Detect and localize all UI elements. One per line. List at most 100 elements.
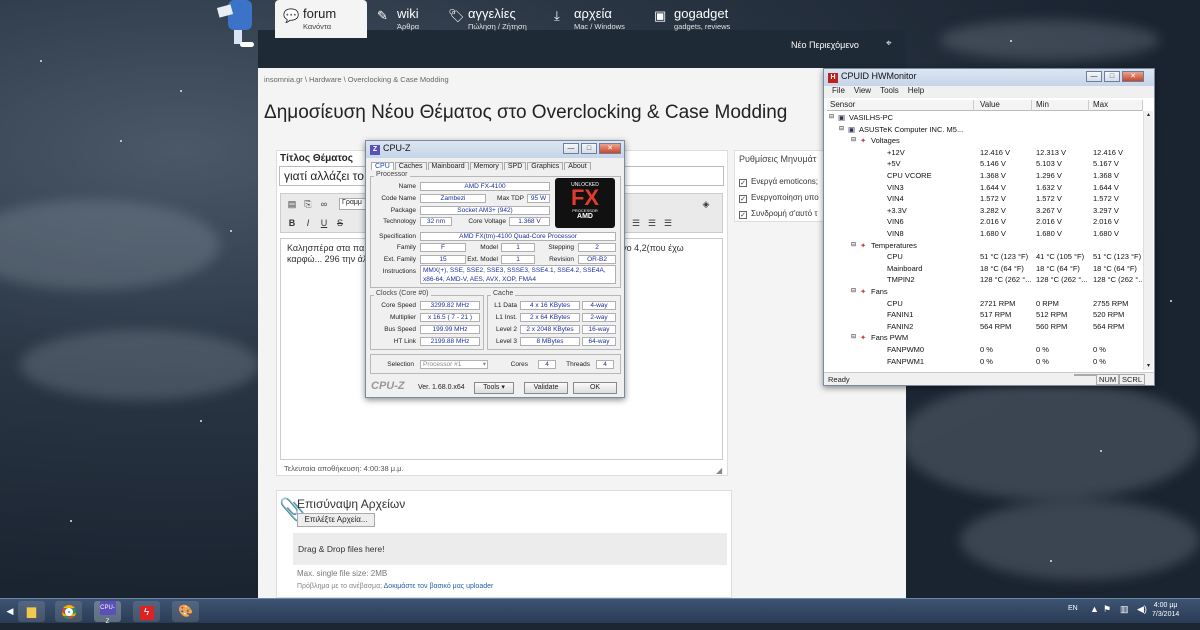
location-pin-icon[interactable]: ⌖ bbox=[886, 38, 892, 49]
checkbox-checked-icon[interactable]: ✓ bbox=[739, 195, 747, 203]
tools-button[interactable]: Tools ▾ bbox=[474, 382, 514, 394]
minimize-button[interactable]: — bbox=[1086, 71, 1102, 82]
source-icon[interactable]: ▤ bbox=[285, 197, 299, 211]
hwmonitor-taskbar-icon[interactable]: ϟ bbox=[133, 601, 160, 622]
tree-toggle-icon[interactable]: ⊟ bbox=[851, 333, 856, 340]
tree-toggle-icon[interactable]: ⊟ bbox=[829, 113, 834, 120]
align-right-icon[interactable]: ☰ bbox=[661, 216, 675, 230]
tree-toggle-icon[interactable]: ⊟ bbox=[851, 136, 856, 143]
tab-memory[interactable]: Memory bbox=[469, 162, 503, 170]
sensor-row[interactable]: ⊟ ✦ Fans PWM bbox=[827, 333, 1143, 345]
menu-view[interactable]: View bbox=[854, 86, 871, 95]
sensor-row[interactable]: FANPWM1 0 % 0 % 0 % bbox=[827, 357, 1143, 369]
tray-arrow-icon[interactable]: ▲ bbox=[1090, 604, 1099, 614]
vertical-scrollbar[interactable]: ▴ ▾ bbox=[1143, 111, 1153, 370]
sensor-row[interactable]: FANPWM0 0 % 0 % 0 % bbox=[827, 345, 1143, 357]
menu-help[interactable]: Help bbox=[908, 86, 924, 95]
sensor-row[interactable]: ⊟ ▣ ASUSTeK Computer INC. M5... bbox=[827, 125, 1143, 137]
tab-mainboard[interactable]: Mainboard bbox=[427, 162, 469, 170]
nav-tab-gogadget[interactable]: ▣ gogadget gadgets, reviews bbox=[646, 0, 756, 38]
minimize-button[interactable]: — bbox=[563, 143, 579, 154]
start-arrow-icon[interactable]: ◀ bbox=[2, 601, 18, 622]
sensor-row[interactable]: CPU VCORE 1.368 V 1.296 V 1.368 V bbox=[827, 171, 1143, 183]
hwmonitor-titlebar[interactable]: H CPUID HWMonitor — □ ✕ bbox=[824, 69, 1154, 86]
sensor-row[interactable]: VIN8 1.680 V 1.680 V 1.680 V bbox=[827, 229, 1143, 241]
clock[interactable]: 4:00 μμ 7/3/2014 bbox=[1152, 601, 1179, 619]
spellcheck-icon[interactable]: ⎘ bbox=[301, 197, 315, 211]
validate-button[interactable]: Validate bbox=[524, 382, 568, 394]
align-left-icon[interactable]: ☰ bbox=[629, 216, 643, 230]
tab-cpu[interactable]: CPU bbox=[371, 162, 394, 170]
drop-zone[interactable]: Drag & Drop files here! bbox=[293, 533, 727, 565]
italic-button[interactable]: I bbox=[301, 216, 315, 230]
tab-graphics[interactable]: Graphics bbox=[527, 162, 564, 170]
underline-button[interactable]: U bbox=[317, 216, 331, 230]
sensor-row[interactable]: VIN6 2.016 V 2.016 V 2.016 V bbox=[827, 217, 1143, 229]
sensor-row[interactable]: ⊟ ✦ Fans bbox=[827, 287, 1143, 299]
sensor-row[interactable]: TMPIN2 128 °C (262 °... 128 °C (262 °... 12… bbox=[827, 275, 1144, 287]
basic-uploader-link[interactable]: Δοκιμάστε τον βασικό μας uploader bbox=[384, 583, 494, 590]
bold-button[interactable]: B bbox=[285, 216, 299, 230]
scroll-down-icon[interactable]: ▾ bbox=[1144, 362, 1153, 370]
eraser-icon[interactable]: ◈ bbox=[699, 197, 713, 211]
menu-tools[interactable]: Tools bbox=[880, 86, 899, 95]
file-explorer-icon[interactable]: ▆ bbox=[18, 601, 45, 622]
sensor-row[interactable]: VIN4 1.572 V 1.572 V 1.572 V bbox=[827, 194, 1143, 206]
processor-select[interactable]: Processor #1 ▾ bbox=[420, 360, 488, 369]
tree-toggle-icon[interactable]: ⊟ bbox=[851, 287, 856, 294]
link-icon[interactable]: ∞ bbox=[317, 197, 331, 211]
col-max[interactable]: Max bbox=[1090, 100, 1143, 111]
sensor-row[interactable]: +5V 5.146 V 5.103 V 5.167 V bbox=[827, 159, 1143, 171]
network-icon[interactable]: ▥ bbox=[1120, 604, 1129, 615]
choose-files-button[interactable]: Επιλέξτε Αρχεία... bbox=[297, 513, 375, 527]
sensor-row[interactable]: +12V 12.416 V 12.313 V 12.416 V bbox=[827, 148, 1143, 160]
volume-icon[interactable]: ◀) bbox=[1137, 604, 1147, 615]
tab-spd[interactable]: SPD bbox=[503, 162, 527, 170]
strike-button[interactable]: S bbox=[333, 216, 347, 230]
col-value[interactable]: Value bbox=[977, 100, 1032, 111]
menu-file[interactable]: File bbox=[832, 86, 845, 95]
nav-new-content[interactable]: Νέο Περιεχόμενο bbox=[791, 40, 859, 50]
resize-handle-icon[interactable]: ◢ bbox=[716, 466, 722, 475]
nav-tab-files[interactable]: ⤓ αρχεία Mac / Windows bbox=[546, 0, 642, 38]
checkbox-checked-icon[interactable]: ✓ bbox=[739, 211, 747, 219]
sensor-row[interactable]: CPU 51 °C (123 °F) 41 °C (105 °F) 51 °C (12… bbox=[827, 252, 1143, 264]
nav-tab-forum[interactable]: 💬 forum Κανόντα bbox=[275, 0, 367, 38]
align-center-icon[interactable]: ☰ bbox=[645, 216, 659, 230]
chrome-icon[interactable] bbox=[55, 601, 82, 622]
close-button[interactable]: ✕ bbox=[599, 143, 621, 154]
scroll-up-icon[interactable]: ▴ bbox=[1144, 111, 1153, 119]
col-sensor[interactable]: Sensor bbox=[827, 100, 974, 111]
language-indicator[interactable]: EN bbox=[1068, 605, 1078, 612]
tab-caches[interactable]: Caches bbox=[394, 162, 427, 170]
breadcrumb[interactable]: insomnia.gr \ Hardware \ Overclocking & … bbox=[264, 75, 449, 84]
cpuz-titlebar[interactable]: Z CPU-Z — □ ✕ bbox=[366, 141, 624, 158]
nav-tab-wiki[interactable]: ✎ wiki Άρθρα bbox=[369, 0, 435, 38]
sensor-row[interactable]: FANIN2 564 RPM 560 RPM 564 RPM bbox=[827, 322, 1143, 334]
sensor-row[interactable]: ⊟ ✦ Temperatures bbox=[827, 241, 1143, 253]
cpuz-taskbar-icon[interactable]: CPU-Z bbox=[94, 601, 121, 625]
nav-tab-classifieds[interactable]: 🏷 αγγελίες Πώληση / Ζήτηση bbox=[440, 0, 540, 38]
option-notify[interactable]: ✓ Ενεργοποίηση υπο bbox=[739, 193, 823, 203]
checkbox-checked-icon[interactable]: ✓ bbox=[739, 179, 747, 187]
tab-about[interactable]: About bbox=[564, 162, 591, 170]
col-min[interactable]: Min bbox=[1033, 100, 1089, 111]
maximize-button[interactable]: □ bbox=[581, 143, 597, 154]
sensor-row[interactable]: FANIN1 517 RPM 512 RPM 520 RPM bbox=[827, 310, 1143, 322]
sensor-row[interactable]: VIN3 1.644 V 1.632 V 1.644 V bbox=[827, 183, 1143, 195]
option-emoticons[interactable]: ✓ Ενεργά emoticons; bbox=[739, 177, 823, 187]
option-subscribe[interactable]: ✓ Συνδρομή σ'αυτό τ bbox=[739, 209, 823, 219]
ok-button[interactable]: OK bbox=[573, 382, 617, 394]
sensor-row[interactable]: +3.3V 3.282 V 3.267 V 3.297 V bbox=[827, 206, 1143, 218]
sensor-name: FANIN1 bbox=[887, 310, 914, 320]
paint-icon[interactable]: 🎨 bbox=[172, 601, 199, 622]
sensor-row[interactable]: ⊟ ✦ Voltages bbox=[827, 136, 1143, 148]
tree-toggle-icon[interactable]: ⊟ bbox=[851, 241, 856, 248]
sensor-row[interactable]: Mainboard 18 °C (64 °F) 18 °C (64 °F) 18 °C… bbox=[827, 264, 1143, 276]
sensor-row[interactable]: ⊟ ▣ VASILHS-PC bbox=[827, 113, 1143, 125]
sensor-row[interactable]: CPU 2721 RPM 0 RPM 2755 RPM bbox=[827, 299, 1143, 311]
maximize-button[interactable]: □ bbox=[1104, 71, 1120, 82]
flag-icon[interactable]: ⚑ bbox=[1103, 604, 1111, 615]
close-button[interactable]: ✕ bbox=[1122, 71, 1144, 82]
tree-toggle-icon[interactable]: ⊟ bbox=[839, 125, 844, 132]
